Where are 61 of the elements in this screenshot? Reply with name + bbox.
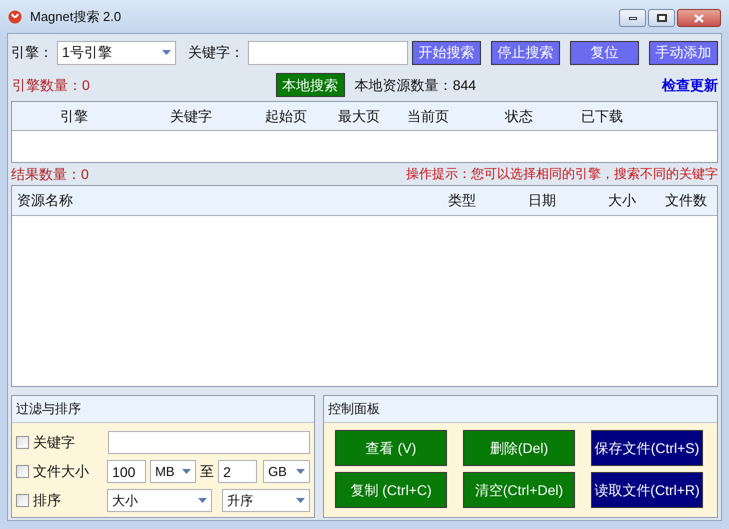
check-update-link[interactable]: 检查更新 xyxy=(662,74,718,96)
dropdown[interactable]: GB xyxy=(263,460,310,483)
dropdown-caret-icon xyxy=(162,50,171,55)
column-header[interactable]: 资源名称 xyxy=(12,190,429,211)
column-header[interactable]: 状态 xyxy=(464,106,574,126)
max-size-field[interactable]: 2 xyxy=(218,460,258,483)
operation-tip: 操作提示：您可以选择相同的引擎，搜索不同的关键字 xyxy=(406,165,718,184)
column-header[interactable]: 引擎 xyxy=(12,106,136,126)
column-header[interactable]: 类型 xyxy=(429,190,495,211)
window-title: Magnet搜索 2.0 xyxy=(30,8,122,26)
column-header[interactable]: 日期 xyxy=(495,190,589,211)
action-button[interactable]: 手动添加 xyxy=(649,40,718,64)
keyword-filter-field[interactable] xyxy=(108,431,310,454)
checkbox[interactable] xyxy=(16,494,29,507)
column-header[interactable]: 当前页 xyxy=(392,106,464,126)
action-button[interactable]: 复制 (Ctrl+C) xyxy=(335,472,447,508)
action-button[interactable]: 停止搜索 xyxy=(491,40,560,64)
filter-label: 排序 xyxy=(33,491,62,510)
action-button[interactable]: 本地搜索 xyxy=(276,73,345,97)
close-icon xyxy=(694,14,704,22)
dropdown-caret-icon xyxy=(296,498,305,503)
engine-count: 引擎数量：0 xyxy=(12,76,90,94)
action-button[interactable]: 读取文件(Ctrl+R) xyxy=(591,472,703,508)
filter-label: 关键字 xyxy=(33,433,76,452)
action-button[interactable]: 删除(Del) xyxy=(463,430,575,466)
dropdown-caret-icon xyxy=(296,469,305,474)
local-resource-count: 本地资源数量：844 xyxy=(354,76,476,94)
app-logo-icon xyxy=(8,10,22,24)
keyword-field[interactable] xyxy=(248,40,408,64)
dropdown-caret-icon xyxy=(198,498,208,503)
column-header[interactable]: 起始页 xyxy=(246,106,326,126)
result-count: 结果数量：0 xyxy=(11,164,89,184)
column-header[interactable]: 文件数 xyxy=(655,190,717,211)
dropdown-caret-icon xyxy=(182,469,192,474)
checkbox[interactable] xyxy=(16,436,29,449)
engine-label: 引擎： xyxy=(11,43,53,62)
dropdown[interactable]: 1号引擎 xyxy=(57,40,176,64)
maximize-button[interactable] xyxy=(648,9,675,27)
filter-label: 文件大小 xyxy=(33,462,90,481)
action-button[interactable]: 查看 (V) xyxy=(335,430,447,466)
column-header[interactable]: 大小 xyxy=(589,190,655,211)
to-label: 至 xyxy=(200,462,214,481)
action-button[interactable]: 复位 xyxy=(570,40,639,64)
minimize-icon xyxy=(628,16,636,20)
minimize-button[interactable] xyxy=(619,9,646,27)
panel-title: 过滤与排序 xyxy=(16,400,81,418)
column-header[interactable]: 最大页 xyxy=(326,106,392,126)
dropdown[interactable]: 大小 xyxy=(107,489,212,512)
column-header[interactable]: 已下载 xyxy=(574,106,630,126)
action-button[interactable]: 清空(Ctrl+Del) xyxy=(463,472,575,508)
panel-title: 控制面板 xyxy=(328,400,380,418)
checkbox[interactable] xyxy=(16,465,29,478)
dropdown[interactable]: 升序 xyxy=(222,489,310,512)
min-size-field[interactable]: 100 xyxy=(107,460,146,483)
action-button[interactable]: 保存文件(Ctrl+S) xyxy=(591,430,703,466)
keyword-label: 关键字： xyxy=(188,43,244,62)
close-button[interactable] xyxy=(677,9,721,27)
action-button[interactable]: 开始搜索 xyxy=(412,40,481,64)
maximize-icon xyxy=(656,14,666,22)
dropdown[interactable]: MB xyxy=(150,460,196,483)
column-header[interactable]: 关键字 xyxy=(136,106,246,126)
